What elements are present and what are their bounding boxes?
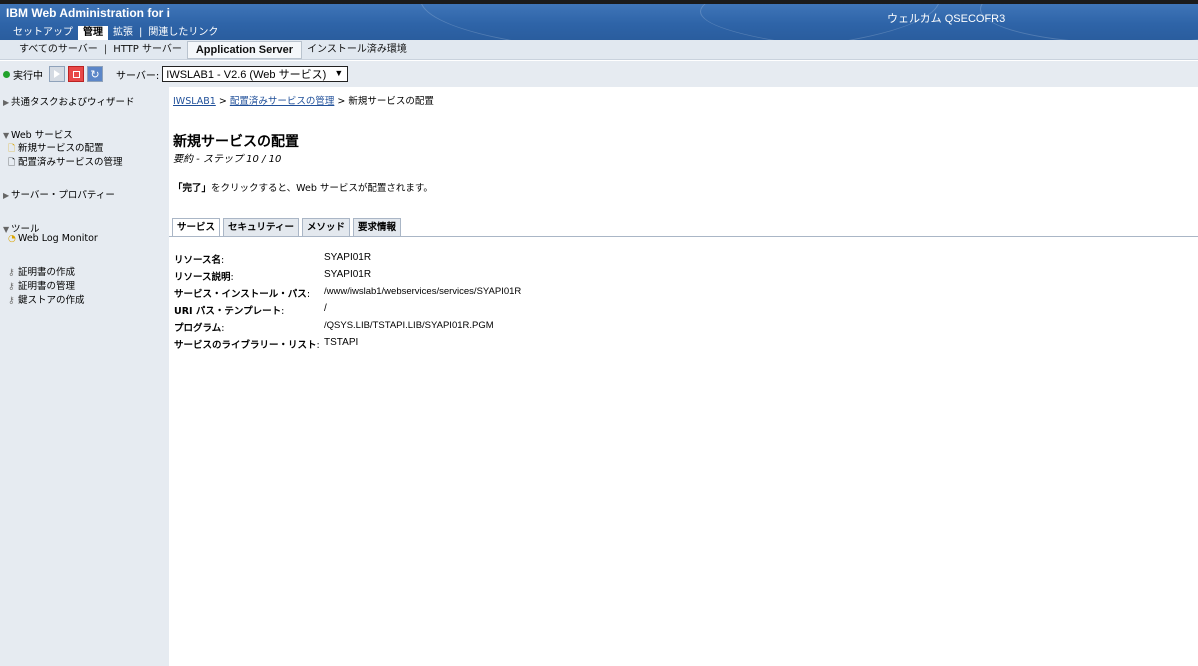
- detail-label: サービスのライブラリー・リスト:: [174, 340, 320, 351]
- sidebar-section-label: サーバー・プロパティー: [11, 190, 115, 201]
- tab-security[interactable]: セキュリティー: [223, 218, 299, 237]
- sidebar: ▶ 共通タスクおよびウィザード ▼ Web サービス 🗋 新規サービスの配置 🗋 配置済…: [0, 87, 169, 666]
- key-icon: ⚷: [8, 282, 15, 292]
- topnav-manage[interactable]: 管理: [78, 25, 108, 40]
- wizard-step: 要約 - ステップ 10 / 10: [173, 154, 282, 165]
- breadcrumb-separator: >: [337, 96, 346, 107]
- detail-value: /QSYS.LIB/TSTAPI.LIB/SYAPI01R.PGM: [324, 320, 494, 331]
- instruction-text: 「完了」をクリックすると、Web サービスが配置されます。: [173, 180, 433, 194]
- tab-divider: [169, 236, 1198, 237]
- tab-request-info[interactable]: 要求情報: [352, 218, 401, 237]
- detail-label: リソース名:: [174, 255, 225, 266]
- breadcrumb-separator: >: [218, 96, 227, 107]
- detail-label: リソース説明:: [174, 272, 234, 283]
- server-select-label: サーバー:: [116, 70, 160, 82]
- sidebar-section-common-tasks[interactable]: ▶ 共通タスクおよびウィザード: [3, 94, 135, 108]
- detail-label: プログラム:: [174, 323, 225, 334]
- app-header: IBM Web Administration for i ウェルカム QSECO…: [0, 4, 1198, 40]
- key-icon: ⚷: [8, 268, 15, 278]
- page-title: 新規サービスの配置: [173, 133, 299, 149]
- main-content: IWSLAB1 > 配置済みサービスの管理 > 新規サービスの配置 新規サービス…: [169, 87, 1198, 666]
- sidebar-section-label: 共通タスクおよびウィザード: [11, 97, 135, 108]
- detail-label: URI パス・テンプレート:: [174, 306, 285, 317]
- detail-value: SYAPI01R: [324, 269, 372, 280]
- server-select[interactable]: IWSLAB1 - V2.6 (Web サービス) ▼: [162, 66, 349, 82]
- sidebar-item-manage-deployed-services[interactable]: 🗋 配置済みサービスの管理: [8, 154, 123, 171]
- tab-service[interactable]: サービス: [172, 218, 221, 237]
- subnav-installations[interactable]: インストール済み環境: [302, 42, 412, 58]
- sidebar-item-label: 新規サービスの配置: [18, 143, 104, 154]
- breadcrumb-current: 新規サービスの配置: [348, 96, 434, 107]
- detail-value: TSTAPI: [324, 337, 359, 348]
- breadcrumb: IWSLAB1 > 配置済みサービスの管理 > 新規サービスの配置: [173, 93, 434, 107]
- subnav-application-server[interactable]: Application Server: [186, 40, 303, 59]
- page-icon: 🗋: [8, 158, 16, 168]
- instruction-rest: をクリックすると、Web サービスが配置されます。: [211, 183, 433, 194]
- sidebar-section-server-properties[interactable]: ▶ サーバー・プロパティー: [3, 187, 115, 201]
- sidebar-item-manage-certificates[interactable]: ⚷ 証明書の管理: [8, 278, 75, 292]
- top-nav: セットアップ 管理 拡張 | 関連したリンク: [8, 25, 223, 40]
- topnav-related-links[interactable]: 関連したリンク: [143, 26, 223, 40]
- topnav-setup[interactable]: セットアップ: [8, 26, 78, 40]
- server-select-value: IWSLAB1 - V2.6 (Web サービス): [166, 69, 327, 81]
- play-icon: [54, 70, 60, 78]
- finish-keyword: 「完了」: [173, 183, 212, 194]
- detail-value: SYAPI01R: [324, 252, 372, 263]
- sidebar-item-label: 配置済みサービスの管理: [18, 157, 123, 168]
- tab-methods[interactable]: メソッド: [301, 218, 350, 237]
- sidebar-item-label: 証明書の作成: [18, 267, 76, 278]
- detail-label: サービス・インストール・パス:: [174, 289, 311, 300]
- sidebar-item-create-certificate[interactable]: ⚷ 証明書の作成: [8, 264, 75, 278]
- expand-icon: ▶: [3, 191, 10, 200]
- topnav-advanced[interactable]: 拡張: [108, 26, 138, 40]
- collapse-icon: ▼: [3, 131, 10, 140]
- key-icon: ⚷: [8, 296, 15, 306]
- tab-bar: サービス セキュリティー メソッド 要求情報: [172, 218, 404, 237]
- breadcrumb-link-server[interactable]: IWSLAB1: [173, 96, 216, 107]
- sidebar-section-web-services[interactable]: ▼ Web サービス: [3, 127, 73, 141]
- running-status-icon: [3, 70, 10, 78]
- monitor-icon: ◔: [8, 234, 16, 244]
- sidebar-item-create-keystore[interactable]: ⚷ 鍵ストアの作成: [8, 292, 85, 306]
- stop-server-button[interactable]: [68, 66, 84, 82]
- sidebar-item-label: 鍵ストアの作成: [18, 295, 85, 306]
- chevron-down-icon: ▼: [334, 68, 344, 78]
- breadcrumb-link-manage-deployed[interactable]: 配置済みサービスの管理: [230, 96, 335, 107]
- sidebar-item-label: Web Log Monitor: [18, 233, 98, 244]
- detail-value: /www/iwslab1/webservices/services/SYAPI0…: [324, 286, 522, 297]
- refresh-icon: ↻: [90, 67, 100, 81]
- sidebar-item-web-log-monitor[interactable]: ◔ Web Log Monitor: [8, 233, 98, 244]
- server-status-bar: 実行中 ↻ サーバー: IWSLAB1 - V2.6 (Web サービス) ▼: [0, 61, 1198, 87]
- detail-value: /: [324, 303, 327, 314]
- expand-icon: ▶: [3, 98, 10, 107]
- sidebar-item-label: 証明書の管理: [18, 281, 76, 292]
- subnav-http-server[interactable]: HTTP サーバー: [108, 42, 187, 58]
- server-state: 実行中: [13, 70, 43, 82]
- stop-icon: [72, 70, 80, 78]
- welcome-user: ウェルカム QSECOFR3: [887, 13, 1006, 25]
- start-server-button[interactable]: [49, 66, 65, 82]
- sub-nav: すべてのサーバー | HTTP サーバー Application Server …: [0, 40, 1198, 60]
- subnav-all-servers[interactable]: すべてのサーバー: [14, 42, 103, 58]
- app-title: IBM Web Administration for i: [6, 6, 170, 20]
- refresh-button[interactable]: ↻: [87, 66, 103, 82]
